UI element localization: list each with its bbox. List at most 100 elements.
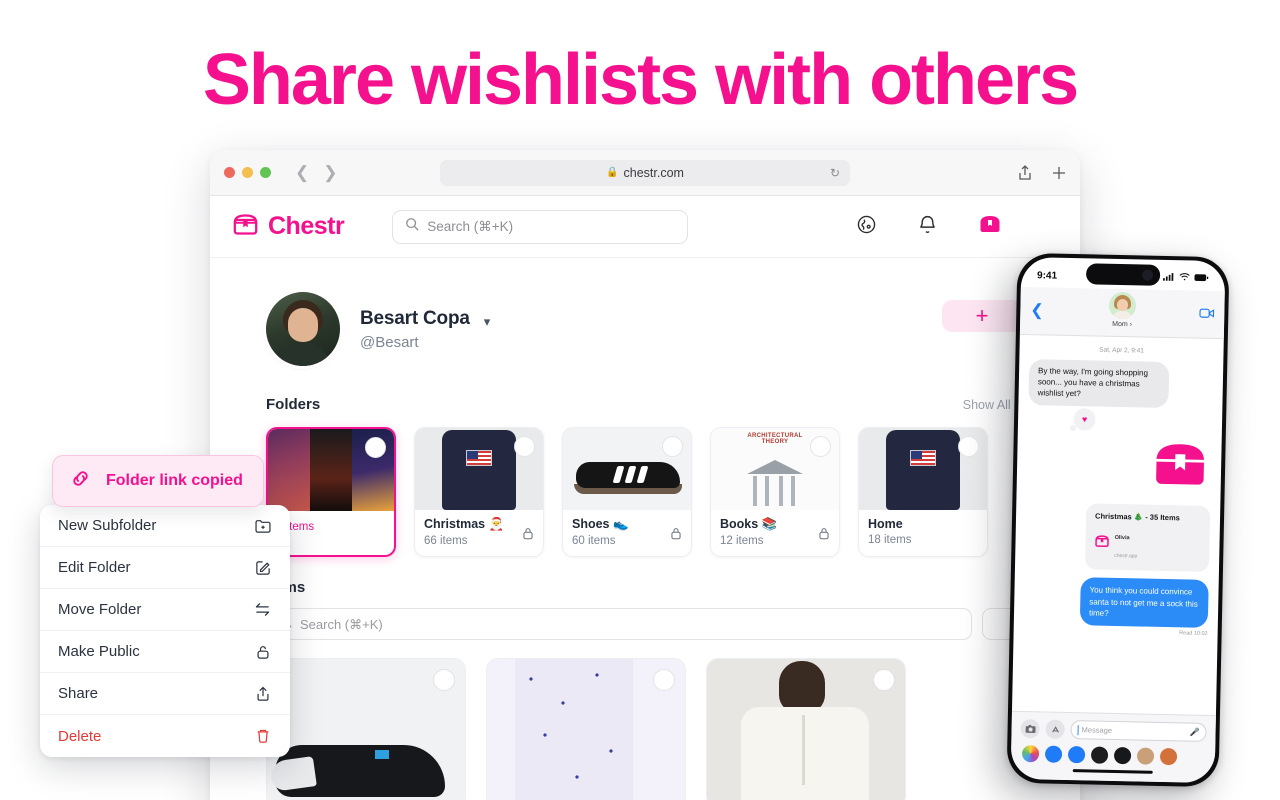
folder-name: Home [868,517,903,531]
apple-cash-icon[interactable] [1090,746,1109,764]
menu-item-delete[interactable]: Delete [40,715,290,757]
menu-item-label: New Subfolder [58,517,157,534]
trash-icon [254,727,272,745]
menu-item-label: Share [58,685,99,702]
share-icon[interactable] [1018,164,1032,181]
battery-icon [1194,273,1209,284]
address-bar[interactable]: 🔒 chestr.com ↻ [440,159,850,186]
menu-item-label: Delete [58,727,102,745]
folder-select-checkbox[interactable] [810,436,831,457]
folder-thumbnail [563,428,691,510]
global-search[interactable] [392,209,689,244]
profile-handle: @Besart [360,333,419,351]
chevron-down-icon[interactable]: ▾ [484,314,491,330]
camera-icon[interactable] [1020,719,1040,739]
folder-link-copied-toast: Folder link copied [52,455,264,507]
item-select-checkbox[interactable] [873,669,895,691]
shared-card-author: Olivia [1114,535,1130,542]
minimize-window-button[interactable] [242,167,253,178]
items-search[interactable] [266,608,972,640]
notifications-bell-icon[interactable] [917,214,938,240]
items-search-input[interactable] [300,616,959,632]
app-store-icon[interactable] [1044,745,1063,763]
messages-nav-bar: ❮ Mom › [1019,286,1225,340]
page-headline: Share wishlists with others [202,40,1079,120]
back-button[interactable]: ❮ [295,164,309,181]
folder-thumbnail: ARCHITECTURAL THEORY [711,428,839,510]
phone-screen: 9:41 ❮ Mom › Sat, Apr 2, 9:41 By the way… [1010,256,1226,784]
folder-select-checkbox[interactable] [365,437,386,458]
heart-reaction-icon[interactable]: ♥ [1073,408,1096,430]
menu-item-make-public[interactable]: Make Public [40,631,290,673]
item-card[interactable] [266,658,466,800]
brand-logo[interactable]: Chestr [232,211,345,243]
folder-context-menu: New Subfolder Edit Folder Move Folder Ma… [40,505,290,757]
folder-card[interactable]: ARCHITECTURAL THEORY Books 📚 12 items [710,427,840,557]
menu-item-edit-folder[interactable]: Edit Folder [40,547,290,589]
folder-select-checkbox[interactable] [958,436,979,457]
app-store-icon[interactable] [1045,719,1065,739]
toast-label: Folder link copied [106,472,243,489]
folder-card[interactable]: Home 18 items [858,427,988,557]
contact-header[interactable]: Mom › [1108,291,1137,329]
items-grid [266,658,1080,800]
folder-name: Christmas 🎅 [424,517,505,531]
folders-list: 2 items Christmas 🎅 66 items Shoes 👟 60 … [210,413,1080,557]
app-header: Chestr [210,196,1080,258]
brand-name: Chestr [268,212,345,240]
message-input[interactable]: Message 🎤 [1070,720,1207,742]
shared-wishlist-card[interactable]: Christmas 🎄 - 35 Items Olivia chestr.app [1084,503,1211,573]
shared-card-domain: chestr.app [1114,553,1138,560]
folder-thumbnail [268,429,394,511]
fitness-app-icon[interactable] [1113,746,1132,765]
item-card[interactable] [486,658,686,800]
forward-button[interactable]: ❯ [323,164,337,181]
new-tab-icon[interactable] [1052,166,1066,180]
chevron-left-icon[interactable]: ❮ [1030,302,1044,319]
dynamic-island [1085,263,1161,286]
chest-logo-icon [1094,534,1109,554]
read-receipt: Read 10:02 [1179,630,1208,637]
video-camera-icon[interactable] [1199,305,1215,323]
item-card[interactable] [706,658,906,800]
search-input[interactable] [427,219,676,234]
menu-item-move-folder[interactable]: Move Folder [40,589,290,631]
menu-item-new-subfolder[interactable]: New Subfolder [40,505,290,547]
maximize-window-button[interactable] [260,167,271,178]
add-button[interactable]: + [942,300,1022,332]
message-placeholder: Message [1081,725,1113,735]
item-select-checkbox[interactable] [433,669,455,691]
imessage-app-drawer[interactable] [1020,745,1206,766]
stickers-app-icon[interactable] [1159,747,1178,766]
show-all-button[interactable]: Show All ▾ [963,397,1022,413]
menu-item-share[interactable]: Share [40,673,290,715]
close-window-button[interactable] [224,167,235,178]
audio-app-icon[interactable] [1067,746,1086,764]
folder-name: Shoes 👟 [572,517,629,531]
microphone-icon[interactable]: 🎤 [1190,728,1200,737]
folder-card[interactable]: Shoes 👟 60 items [562,427,692,557]
incoming-message-bubble: By the way, I'm going shopping soon... y… [1028,359,1170,409]
url-text: chestr.com [623,165,684,180]
folder-select-checkbox[interactable] [662,436,683,457]
shared-card-title: Christmas 🎄 - 35 Items [1094,511,1180,523]
chest-logo-button[interactable] [978,212,1002,241]
reload-icon[interactable]: ↻ [830,166,840,180]
cellular-signal-icon [1163,272,1175,284]
explore-globe-icon[interactable] [856,214,877,240]
chest-logo-icon [1148,434,1211,500]
browser-nav-arrows[interactable]: ❮ ❯ [295,164,338,181]
folder-select-checkbox[interactable] [514,436,535,457]
photos-app-icon[interactable] [1021,745,1040,763]
menu-item-label: Edit Folder [58,559,131,576]
folder-card[interactable]: Christmas 🎅 66 items [414,427,544,557]
item-select-checkbox[interactable] [653,669,675,691]
lock-icon [522,527,534,545]
menu-item-label: Make Public [58,643,140,660]
memoji-app-icon[interactable] [1136,747,1155,765]
window-traffic-lights[interactable] [224,167,271,178]
profile-name: Besart Copa [360,307,470,329]
folder-thumbnail [415,428,543,510]
thread-date: Sat, Apr 2, 9:41 [1099,346,1145,355]
folder-item-count: 12 items [720,535,764,547]
